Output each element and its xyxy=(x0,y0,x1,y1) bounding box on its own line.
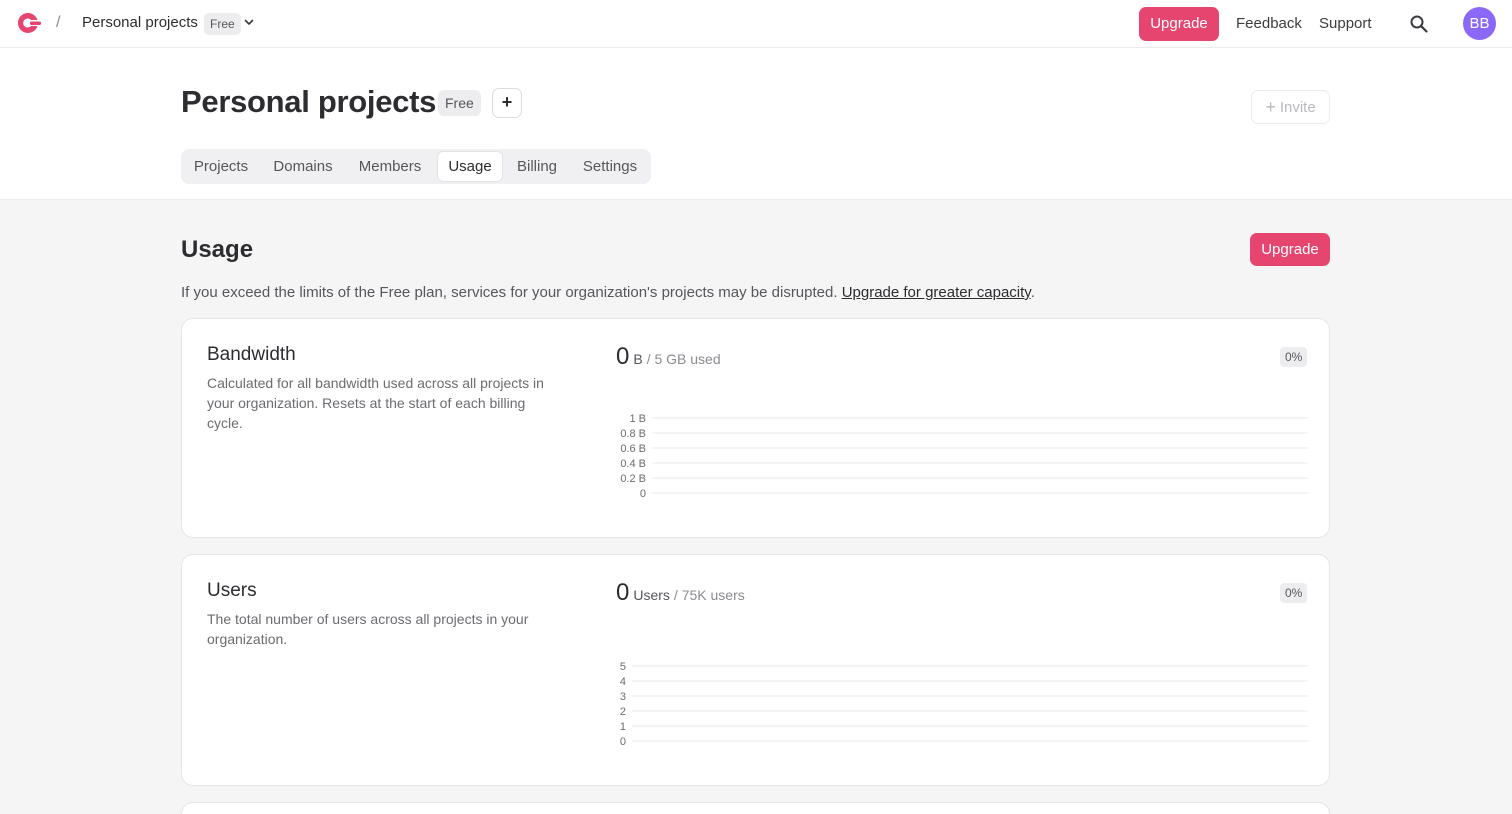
card-title: Users xyxy=(207,580,257,601)
y-tick-label: 2 xyxy=(620,706,626,718)
invite-label: Invite xyxy=(1279,99,1316,116)
top-navigation-bar: / Personal projects Free Upgrade Feedbac… xyxy=(0,0,1512,48)
search-icon[interactable] xyxy=(1409,14,1429,34)
tab-settings[interactable]: Settings xyxy=(573,151,647,182)
metric-limit: / 75K users xyxy=(673,587,745,603)
y-tick-label: 0.4 B xyxy=(620,458,646,470)
users-chart: 5 4 3 2 1 0 xyxy=(620,661,1308,748)
y-tick-label: 0.2 B xyxy=(620,473,646,485)
organization-tabs: Projects Domains Members Usage Billing S… xyxy=(181,149,651,184)
tab-projects[interactable]: Projects xyxy=(183,151,259,182)
y-tick-label: 0 xyxy=(620,736,626,748)
y-tick-label: 4 xyxy=(620,676,626,688)
tab-billing[interactable]: Billing xyxy=(507,151,567,182)
top-upgrade-button[interactable]: Upgrade xyxy=(1139,7,1219,41)
user-avatar[interactable]: BB xyxy=(1463,7,1496,40)
tab-usage[interactable]: Usage xyxy=(437,151,503,182)
breadcrumb-separator: / xyxy=(56,14,61,31)
usage-percent-badge: 0% xyxy=(1280,347,1308,367)
tab-domains[interactable]: Domains xyxy=(263,151,343,182)
metric-limit: / 5 GB used xyxy=(646,351,721,367)
plan-badge: Free xyxy=(438,90,481,116)
metric-unit: B xyxy=(633,351,643,367)
card-description: Calculated for all bandwidth used across… xyxy=(207,375,544,431)
metric-unit: Users xyxy=(633,587,670,603)
next-usage-card xyxy=(181,802,1330,814)
bandwidth-usage-card: Bandwidth Calculated for all bandwidth u… xyxy=(181,318,1330,538)
y-tick-label: 0 xyxy=(640,488,646,500)
support-link[interactable]: Support xyxy=(1319,15,1372,32)
y-tick-label: 5 xyxy=(620,661,626,673)
chevron-down-icon[interactable] xyxy=(243,16,255,28)
usage-percent-badge: 0% xyxy=(1280,583,1308,603)
appwrite-logo-icon[interactable] xyxy=(16,11,42,35)
card-title: Bandwidth xyxy=(207,344,296,365)
add-project-button[interactable]: + xyxy=(492,88,522,118)
tab-members[interactable]: Members xyxy=(347,151,433,182)
usage-section-title: Usage xyxy=(181,236,254,263)
card-description: The total number of users across all pro… xyxy=(207,611,529,647)
page-title: Personal projects xyxy=(181,84,437,119)
y-tick-label: 3 xyxy=(620,691,626,703)
notice-text: If you exceed the limits of the Free pla… xyxy=(181,284,842,301)
feedback-link[interactable]: Feedback xyxy=(1236,15,1302,32)
y-tick-label: 1 xyxy=(620,721,626,733)
usage-metric: 0 B/ 5 GB used xyxy=(616,343,721,371)
organization-header: Personal projects Free + + Invite Project… xyxy=(0,48,1512,200)
bandwidth-chart: 1 B 0.8 B 0.6 B 0.4 B 0.2 B 0 xyxy=(620,413,1308,500)
y-tick-label: 0.6 B xyxy=(620,443,646,455)
y-tick-label: 0.8 B xyxy=(620,428,646,440)
usage-metric: 0 Users/ 75K users xyxy=(616,579,745,607)
metric-value: 0 xyxy=(616,579,630,606)
invite-button[interactable]: + Invite xyxy=(1251,90,1330,124)
metric-value: 0 xyxy=(616,343,630,370)
notice-end: . xyxy=(1030,284,1035,301)
upgrade-capacity-link[interactable]: Upgrade for greater capacity xyxy=(842,284,1031,301)
users-usage-card: Users The total number of users across a… xyxy=(181,554,1330,786)
organization-plan-badge: Free xyxy=(204,13,241,35)
organization-name[interactable]: Personal projects xyxy=(82,14,198,31)
y-tick-label: 1 B xyxy=(629,413,646,425)
plus-icon: + xyxy=(1265,97,1276,117)
usage-upgrade-button[interactable]: Upgrade xyxy=(1250,233,1330,266)
usage-limit-notice: If you exceed the limits of the Free pla… xyxy=(181,284,1035,301)
